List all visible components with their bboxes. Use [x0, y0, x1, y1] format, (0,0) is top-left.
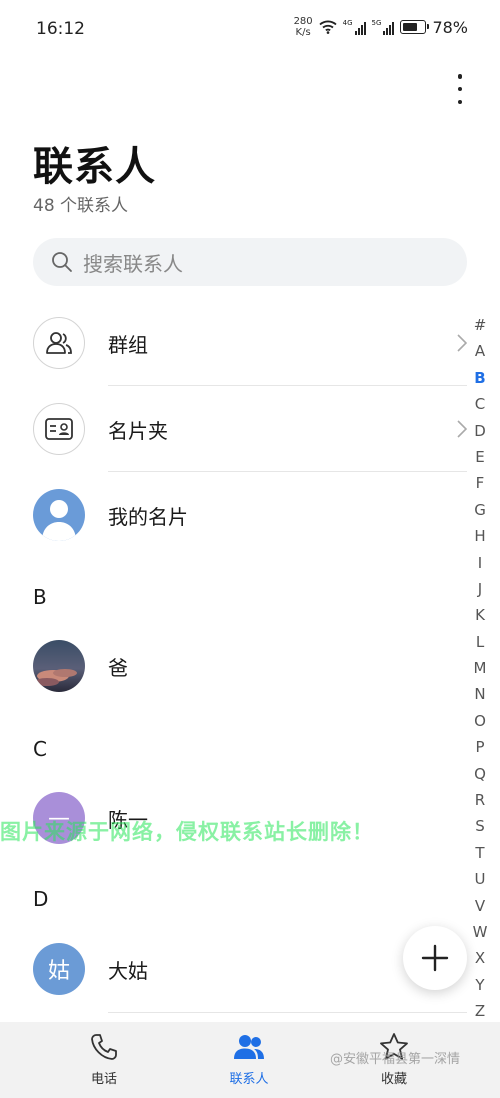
section-header-b: B: [33, 585, 47, 609]
alphabet-index-letter[interactable]: T: [470, 840, 490, 866]
alphabet-index-letter[interactable]: X: [470, 945, 490, 971]
signal-2-label: 5G: [371, 19, 382, 27]
nav-tab-contacts[interactable]: 联系人: [194, 1032, 304, 1087]
contact-name: 大姑: [108, 958, 148, 983]
page-title: 联系人: [33, 144, 156, 190]
my-card-label: 我的名片: [108, 504, 188, 529]
card-holder-label: 名片夹: [108, 418, 168, 443]
alphabet-index-letter[interactable]: D: [470, 418, 490, 444]
watermark-text: 图片来源于网络，侵权联系站长删除！: [0, 820, 374, 844]
alphabet-index-letter[interactable]: G: [470, 497, 490, 523]
alphabet-index-letter[interactable]: Y: [470, 972, 490, 998]
my-card-avatar: [33, 489, 85, 541]
alphabet-index-letter[interactable]: B: [470, 365, 490, 391]
alphabet-index-letter[interactable]: Q: [470, 761, 490, 787]
signal-1-label: 4G: [342, 19, 353, 27]
contact-count: 48 个联系人: [33, 196, 129, 216]
status-time: 16:12: [36, 19, 85, 39]
contacts-icon: [234, 1035, 264, 1059]
battery-percent: 78%: [432, 17, 468, 37]
alphabet-index-letter[interactable]: O: [470, 708, 490, 734]
contact-initial-avatar: 姑: [33, 943, 85, 995]
alphabet-index-letter[interactable]: #: [470, 312, 490, 338]
alphabet-index-letter[interactable]: C: [470, 391, 490, 417]
contact-photo-avatar: [33, 640, 85, 692]
card-holder-row[interactable]: 名片夹: [33, 386, 467, 472]
section-header-d: D: [33, 887, 49, 911]
more-dot-icon: [457, 99, 463, 104]
my-card-row[interactable]: 我的名片: [33, 472, 467, 558]
contact-row[interactable]: 爸: [33, 623, 467, 709]
search-icon: [52, 252, 72, 272]
contact-row[interactable]: 姑 大姑: [33, 926, 467, 1012]
nav-label: 电话: [90, 1072, 117, 1087]
alphabet-index-letter[interactable]: M: [470, 655, 490, 681]
alphabet-index-letter[interactable]: L: [470, 629, 490, 655]
alphabet-index-letter[interactable]: H: [470, 523, 490, 549]
more-options-button[interactable]: [450, 72, 470, 106]
nav-label: 联系人: [229, 1072, 269, 1087]
chevron-right-icon: [457, 420, 467, 438]
alphabet-index-letter[interactable]: F: [470, 470, 490, 496]
divider: [108, 1012, 467, 1013]
net-speed-unit: K/s: [295, 27, 311, 38]
alphabet-index-letter[interactable]: V: [470, 893, 490, 919]
more-dot-icon: [457, 74, 463, 79]
cell-signal-icon: 5G: [372, 19, 395, 35]
alphabet-index-letter[interactable]: R: [470, 787, 490, 813]
groups-label: 群组: [108, 332, 148, 357]
group-icon: [46, 332, 72, 354]
photo-avatar-image: [33, 640, 85, 692]
search-input[interactable]: 搜索联系人: [33, 238, 467, 286]
status-bar: 16:12 280 K/s 4G 5G 78%: [0, 0, 500, 58]
contact-name: 爸: [108, 655, 128, 680]
alphabet-index-letter[interactable]: E: [470, 444, 490, 470]
business-card-icon: [45, 418, 73, 440]
nav-label: 收藏: [380, 1072, 407, 1087]
alphabet-index-letter[interactable]: Z: [470, 998, 490, 1024]
alphabet-index-letter[interactable]: U: [470, 866, 490, 892]
add-contact-button[interactable]: [403, 926, 467, 990]
net-speed: 280 K/s: [294, 16, 313, 38]
battery-icon: [400, 20, 430, 34]
cell-signal-icon: 4G: [343, 19, 366, 35]
alphabet-index[interactable]: # A B C D E F G H I J K L M N O P Q R S T U V W X Y Z: [470, 312, 490, 1025]
avatar-initial: 姑: [47, 959, 70, 984]
alphabet-index-letter[interactable]: P: [470, 734, 490, 760]
section-header-c: C: [33, 737, 47, 761]
plus-icon: [421, 944, 449, 972]
status-icons: 280 K/s 4G 5G 78%: [294, 16, 468, 38]
more-dot-icon: [457, 86, 463, 92]
chevron-right-icon: [457, 334, 467, 352]
alphabet-index-letter[interactable]: W: [470, 919, 490, 945]
person-placeholder-icon: [42, 500, 76, 541]
groups-avatar: [33, 317, 85, 369]
phone-icon: [91, 1034, 117, 1060]
alphabet-index-letter[interactable]: I: [470, 550, 490, 576]
nav-tab-phone[interactable]: 电话: [49, 1032, 159, 1087]
alphabet-index-letter[interactable]: N: [470, 681, 490, 707]
search-placeholder: 搜索联系人: [83, 251, 183, 276]
watermark-credit: @安徽平福县第一深情: [330, 1052, 461, 1067]
alphabet-index-letter[interactable]: S: [470, 813, 490, 839]
alphabet-index-letter[interactable]: K: [470, 602, 490, 628]
alphabet-index-letter[interactable]: A: [470, 338, 490, 364]
alphabet-index-letter[interactable]: J: [470, 576, 490, 602]
net-speed-value: 280: [293, 16, 313, 27]
card-holder-avatar: [33, 403, 85, 455]
groups-row[interactable]: 群组: [33, 300, 467, 386]
wifi-icon: [319, 20, 337, 34]
